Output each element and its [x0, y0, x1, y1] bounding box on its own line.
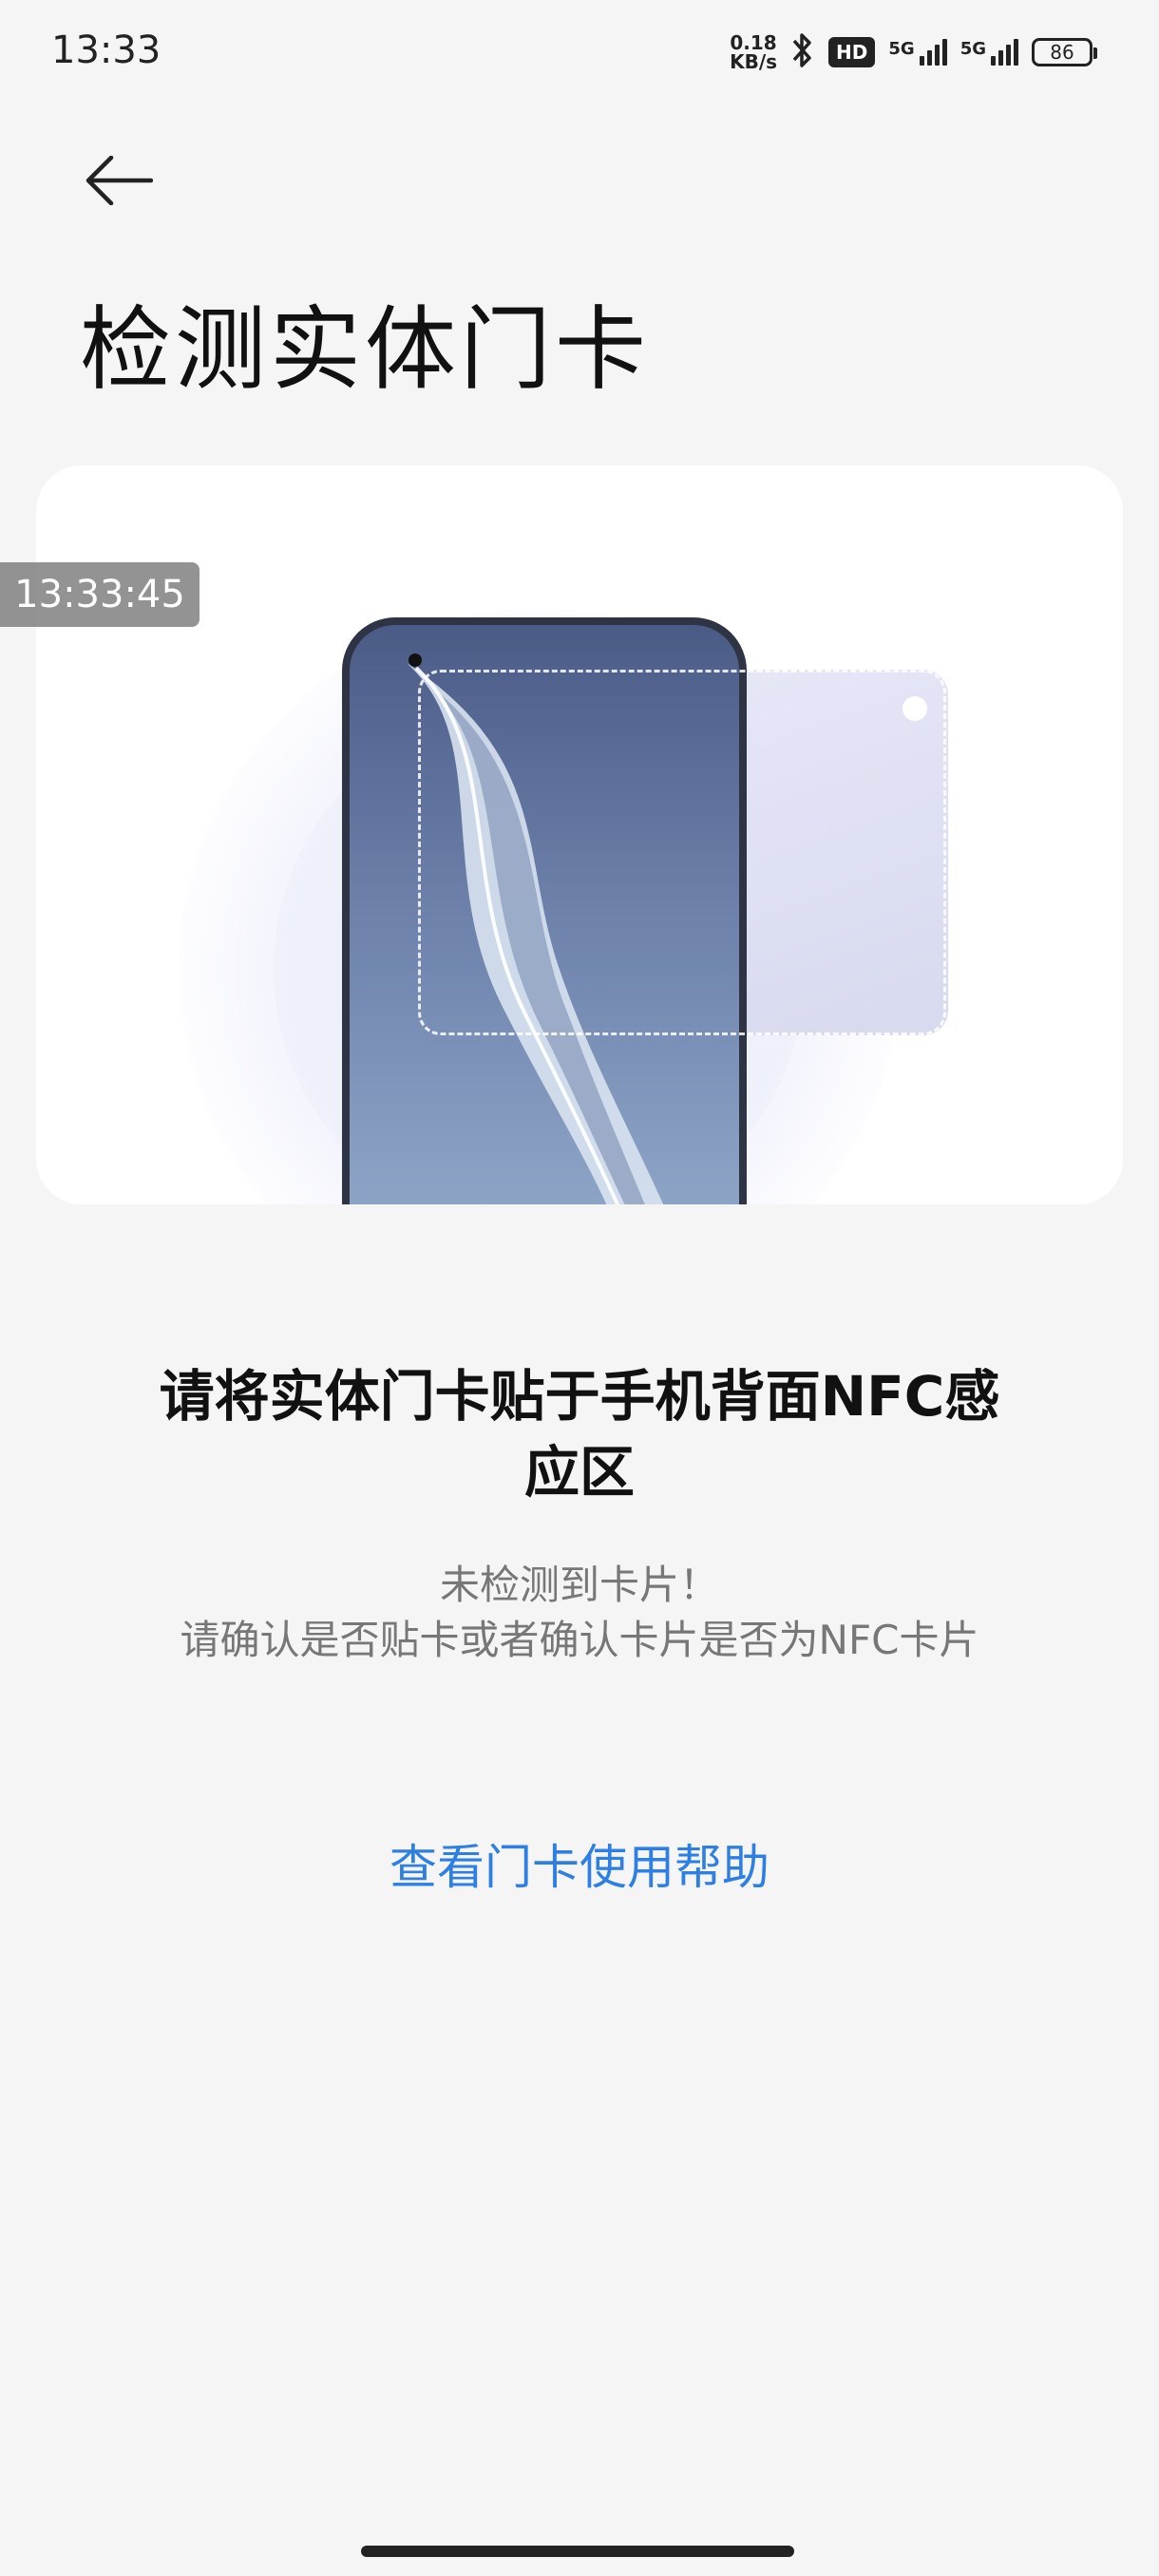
instruction-line-1: 请将实体门卡贴于手机背面NFC感	[159, 1364, 1000, 1429]
status-icons: 0.18 KB/s HD 5G 5G 86	[730, 28, 1097, 76]
help-link[interactable]: 查看门卡使用帮助	[247, 1829, 912, 1898]
instruction-line-2: 应区	[523, 1440, 635, 1505]
bluetooth-icon	[790, 31, 815, 73]
status-line-2: 请确认是否贴卡或者确认卡片是否为NFC卡片	[180, 1617, 979, 1663]
status-time: 13:33	[51, 28, 162, 72]
back-arrow-icon	[86, 156, 153, 205]
network-speed: 0.18 KB/s	[730, 33, 777, 71]
battery-level: 86	[1050, 41, 1074, 64]
home-indicator[interactable]	[361, 2546, 794, 2557]
signal-strength-sim1-icon: 5G	[888, 39, 947, 66]
nfc-detection-zone	[418, 670, 946, 1035]
signal-strength-sim2-icon: 5G	[960, 39, 1018, 66]
hd-voice-badge: HD	[828, 37, 876, 67]
back-button[interactable]	[76, 142, 162, 218]
sim1-network-label: 5G	[888, 39, 915, 59]
network-speed-unit: KB/s	[730, 50, 778, 73]
status-line-1: 未检测到卡片！	[439, 1562, 719, 1608]
instruction-text: 请将实体门卡贴于手机背面NFC感 应区	[114, 1358, 1045, 1510]
network-speed-value: 0.18	[730, 31, 777, 54]
detection-status-message: 未检测到卡片！ 请确认是否贴卡或者确认卡片是否为NFC卡片	[114, 1558, 1045, 1668]
timestamp-overlay: 13:33:45	[0, 562, 200, 627]
sim2-network-label: 5G	[960, 39, 986, 59]
battery-icon: 86	[1032, 38, 1097, 66]
page-title: 检测实体门卡	[80, 296, 650, 403]
status-bar: 13:33 0.18 KB/s HD 5G 5G 86	[0, 0, 1159, 104]
